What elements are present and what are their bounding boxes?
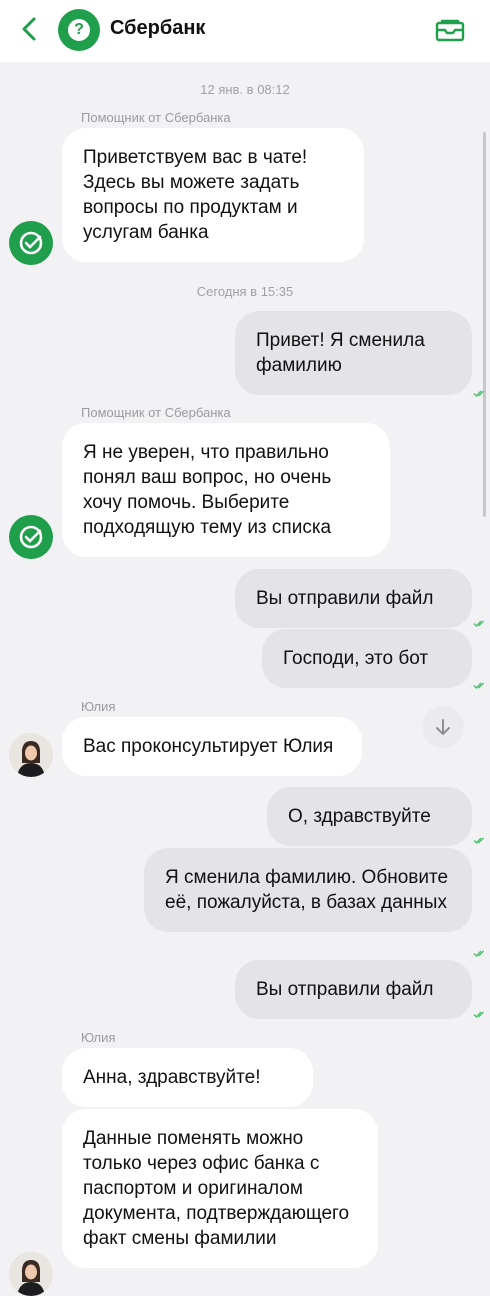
date-separator: Сегодня в 15:35	[196, 284, 294, 299]
read-checkmark-icon	[473, 950, 484, 958]
sber-logo-icon	[19, 525, 43, 549]
message-bubble-incoming: Данные поменять можно только через офис …	[62, 1109, 378, 1268]
message-bubble-incoming: Я не уверен, что правильно понял ваш воп…	[62, 423, 390, 557]
chat-title: Сбербанк	[110, 17, 206, 39]
file-sent-bubble[interactable]: Вы отправили файл	[235, 569, 472, 628]
person-photo-icon	[9, 1252, 53, 1296]
chevron-left-icon	[22, 17, 36, 41]
read-checkmark-icon	[473, 682, 484, 690]
inbox-button[interactable]	[434, 18, 466, 44]
sender-name: Помощник от Сбербанка	[81, 405, 231, 420]
read-checkmark-icon	[473, 620, 484, 628]
message-bubble-outgoing: Я сменила фамилию. Обновите её, пожалуйс…	[144, 848, 472, 932]
sender-name: Помощник от Сбербанка	[81, 110, 231, 125]
scroll-down-button[interactable]	[422, 706, 464, 748]
chat-header: ? Сбербанк	[0, 0, 490, 62]
message-bubble-incoming: Анна, здравствуйте!	[62, 1048, 313, 1107]
operator-avatar	[9, 1252, 53, 1296]
person-photo-icon	[9, 733, 53, 777]
message-bubble-outgoing: О, здравствуйте	[267, 787, 472, 846]
date-separator: 12 янв. в 08:12	[200, 82, 290, 97]
file-sent-bubble[interactable]: Вы отправили файл	[235, 960, 472, 1019]
message-bubble-outgoing: Привет! Я сменила фамилию	[235, 311, 472, 395]
chat-avatar[interactable]: ?	[58, 9, 100, 51]
sber-logo-icon	[19, 231, 43, 255]
read-checkmark-icon	[473, 390, 484, 398]
question-icon: ?	[68, 19, 90, 41]
sender-name: Юлия	[81, 699, 116, 714]
message-list[interactable]: 12 янв. в 08:12 Помощник от Сбербанка Пр…	[0, 62, 490, 1296]
sber-logo-avatar	[9, 221, 53, 265]
message-bubble-incoming: Приветствуем вас в чате! Здесь вы можете…	[62, 128, 364, 262]
arrow-down-icon	[436, 719, 450, 735]
scrollbar[interactable]	[483, 132, 486, 517]
read-checkmark-icon	[473, 1011, 484, 1019]
message-bubble-outgoing: Господи, это бот	[262, 629, 472, 688]
operator-avatar	[9, 733, 53, 777]
sber-logo-avatar	[9, 515, 53, 559]
back-button[interactable]	[18, 16, 42, 42]
read-checkmark-icon	[473, 837, 484, 845]
inbox-icon	[435, 19, 465, 42]
sender-name: Юлия	[81, 1030, 116, 1045]
message-bubble-incoming: Вас проконсультирует Юлия	[62, 717, 362, 776]
